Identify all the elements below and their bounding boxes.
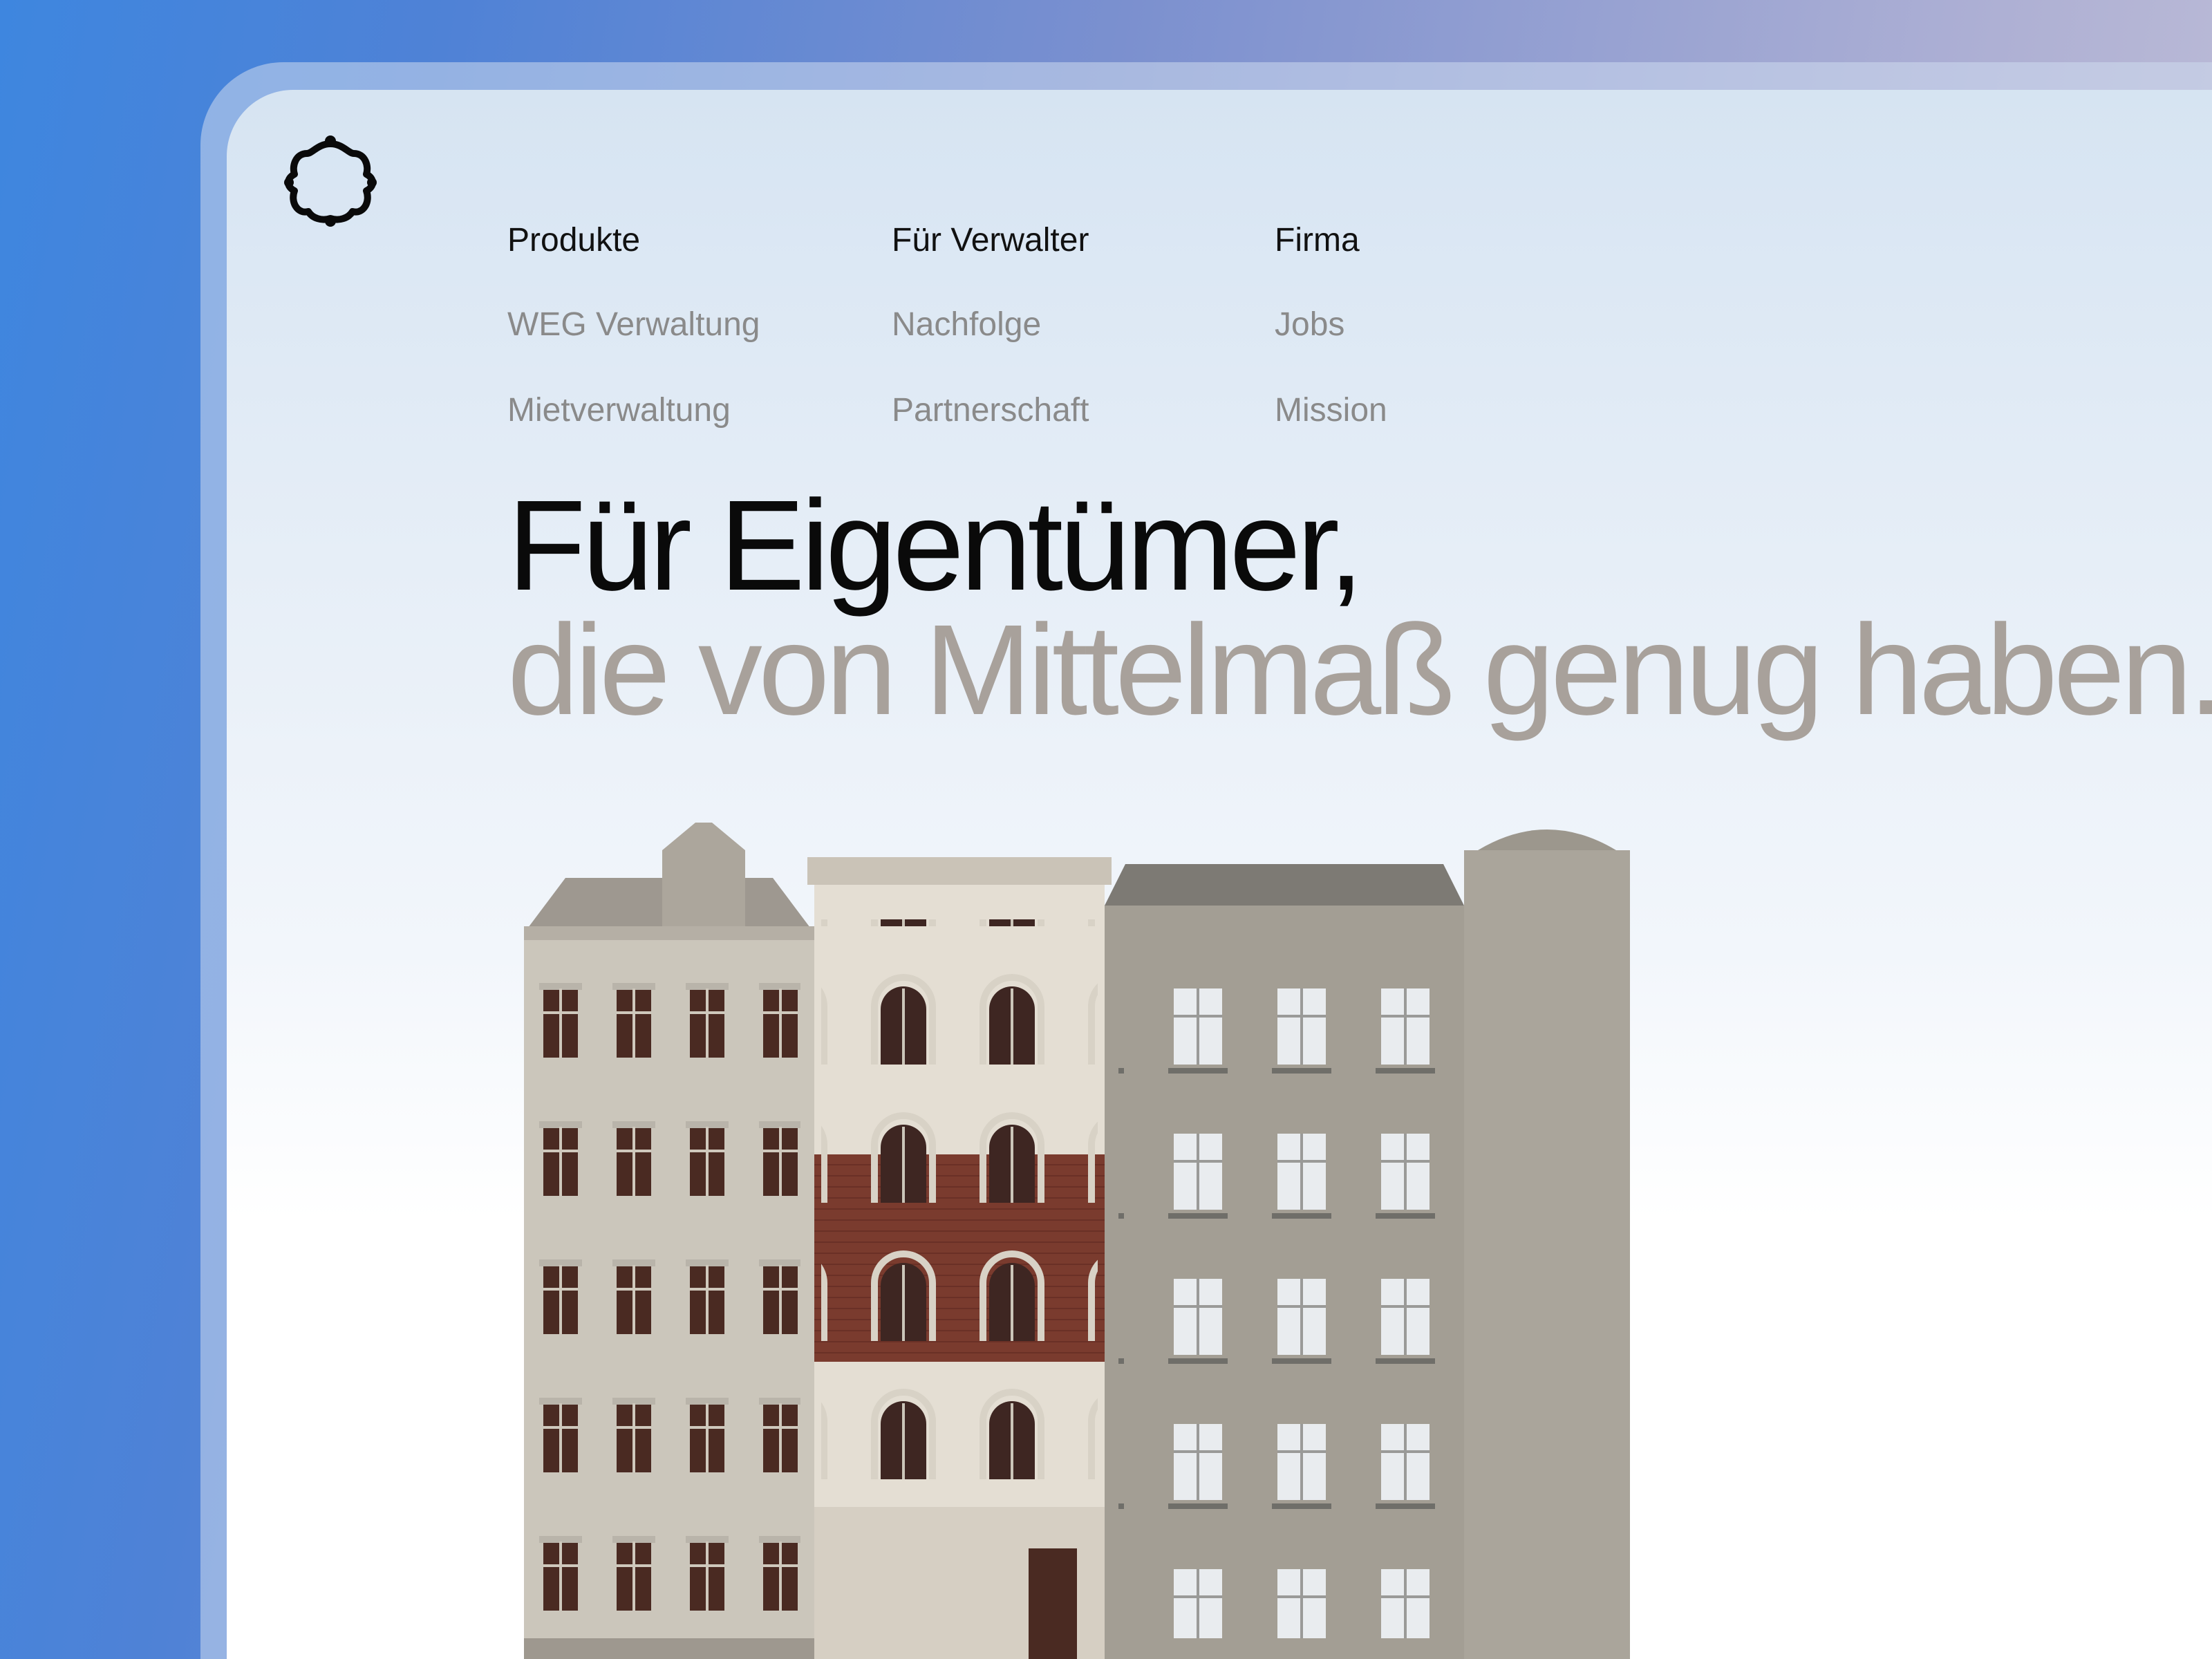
nav-link-mietverwaltung[interactable]: Mietverwaltung [507, 391, 731, 429]
brand-logo-icon[interactable] [282, 133, 379, 229]
nav-heading-fuer-verwalter[interactable]: Für Verwalter [892, 221, 1089, 259]
nav-link-nachfolge[interactable]: Nachfolge [892, 306, 1041, 344]
nav-link-jobs[interactable]: Jobs [1275, 306, 1344, 344]
nav-link-weg-verwaltung[interactable]: WEG Verwaltung [507, 306, 760, 344]
building-facades-image [524, 823, 1630, 1659]
nav-link-mission[interactable]: Mission [1275, 391, 1387, 429]
nav-heading-firma[interactable]: Firma [1275, 221, 1360, 259]
hero-headline-line-2: die von Mittelmaß genug haben. [507, 599, 2212, 742]
nav-link-partnerschaft[interactable]: Partnerschaft [892, 391, 1089, 429]
nav-heading-produkte[interactable]: Produkte [507, 221, 640, 259]
hero-headline-line-1: Für Eigentümer, [507, 474, 1364, 617]
page-window: Produkte WEG Verwaltung Mietverwaltung F… [227, 90, 2212, 1659]
hero-headline: Für Eigentümer, die von Mittelmaß genug … [507, 474, 2212, 742]
